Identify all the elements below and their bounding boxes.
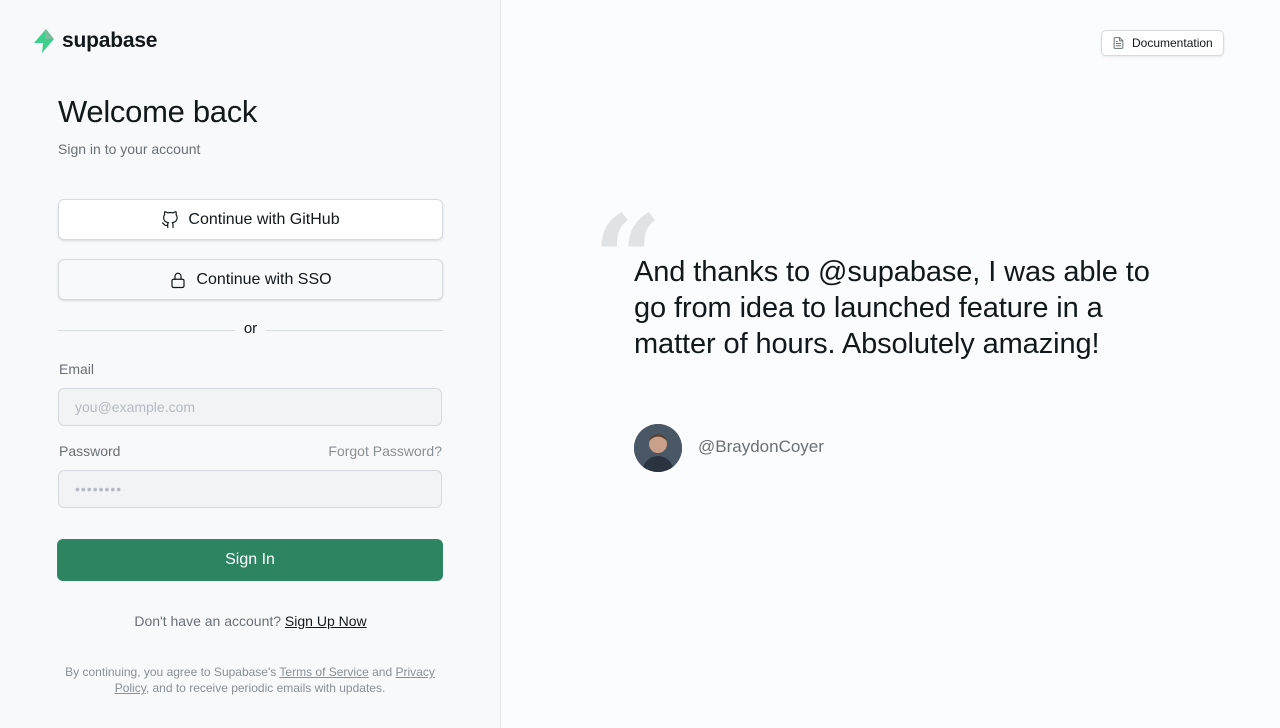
github-signin-button[interactable]: Continue with GitHub [58,199,443,240]
terms-of-service-link[interactable]: Terms of Service [279,665,368,679]
testimonial-quote: And thanks to @supabase, I was able to g… [634,256,1150,360]
email-field[interactable] [58,388,442,426]
sso-signin-button[interactable]: Continue with SSO [58,259,443,300]
signup-prompt: Don't have an account? Sign Up Now [0,613,501,629]
terms-notice: By continuing, you agree to Supabase's T… [50,664,450,696]
terms-prefix: By continuing, you agree to Supabase's [65,665,277,679]
password-field[interactable] [58,470,442,508]
terms-and: and [372,665,393,679]
avatar[interactable] [634,424,682,472]
sign-in-button[interactable]: Sign In [57,539,443,581]
no-account-text: Don't have an account? [134,613,282,629]
supabase-logo-icon [34,29,54,53]
documentation-label: Documentation [1132,36,1213,50]
avatar-image [634,424,682,472]
divider-line-right [266,330,443,331]
github-icon [162,210,179,228]
brand-name: supabase [62,29,158,52]
github-signin-label: Continue with GitHub [188,210,340,228]
page-title: Welcome back [58,94,258,129]
supabase-logo[interactable]: supabase [32,28,157,54]
divider-text: or [243,320,258,337]
sso-signin-label: Continue with SSO [196,270,332,288]
document-icon [1113,37,1124,49]
email-label: Email [59,361,95,377]
password-label: Password [59,443,121,459]
forgot-password-link[interactable]: Forgot Password? [328,443,442,459]
login-panel: supabase Welcome back Sign in to your ac… [0,0,501,728]
terms-suffix: , and to receive periodic emails with up… [145,681,386,695]
testimonial-panel: Documentation “ And thanks to @supabase,… [501,0,1280,728]
page-subtitle: Sign in to your account [58,141,201,157]
or-divider: or [58,320,443,340]
documentation-button[interactable]: Documentation [1101,30,1224,56]
sign-up-link[interactable]: Sign Up Now [285,613,367,629]
lock-icon [171,272,186,288]
testimonial-handle[interactable]: @BraydonCoyer [698,437,824,457]
